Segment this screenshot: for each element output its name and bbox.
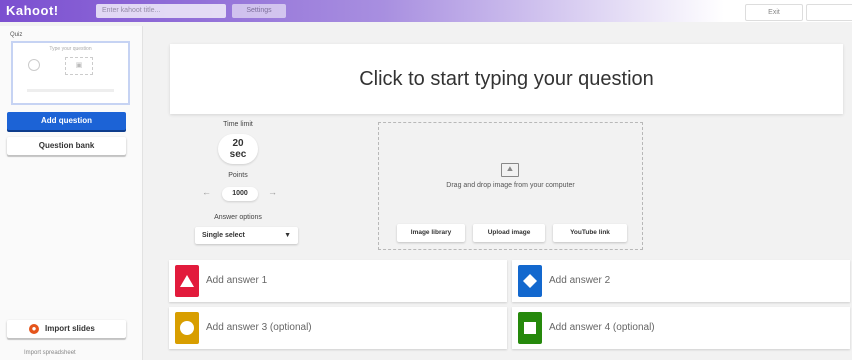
slide-thumbnail[interactable]: Type your question ▣ xyxy=(11,41,130,105)
answer-4-color-block xyxy=(518,312,542,344)
question-input[interactable]: Click to start typing your question xyxy=(170,44,843,114)
import-slides-label: Import slides xyxy=(45,324,95,333)
youtube-link-button[interactable]: YouTube link xyxy=(553,224,627,242)
answer-4-field[interactable]: Add answer 4 (optional) xyxy=(512,307,850,349)
thumbnail-image-icon: ▣ xyxy=(65,57,93,75)
answer-options-value: Single select xyxy=(202,232,245,239)
answer-1-color-block xyxy=(175,265,199,297)
time-limit-selector[interactable]: 20 sec xyxy=(218,134,258,164)
triangle-icon xyxy=(180,275,194,287)
slide-type-label: Quiz xyxy=(10,32,23,38)
answer-3-field[interactable]: Add answer 3 (optional) xyxy=(169,307,507,349)
arrow-right-icon[interactable]: → xyxy=(268,187,277,197)
done-button[interactable] xyxy=(806,4,852,21)
question-bank-button[interactable]: Question bank xyxy=(7,137,126,155)
points-label: Points xyxy=(228,172,248,179)
caret-down-icon: ▼ xyxy=(284,232,291,239)
dropzone-text: Drag and drop image from your computer xyxy=(446,182,575,189)
circle-icon xyxy=(180,321,194,335)
image-icon: ⛰ xyxy=(501,163,519,177)
time-limit-unit: sec xyxy=(229,149,247,160)
diamond-icon xyxy=(523,274,537,288)
media-dropzone[interactable]: ⛰ Drag and drop image from your computer… xyxy=(378,122,643,250)
image-library-button[interactable]: Image library xyxy=(397,224,465,242)
slide-sidebar: Quiz Type your question ▣ Add question Q… xyxy=(0,26,143,360)
kahoot-logo[interactable]: Kahoot! xyxy=(6,3,59,18)
exit-button[interactable]: Exit xyxy=(745,4,803,21)
answer-3-text: Add answer 3 (optional) xyxy=(206,322,312,333)
import-slides-button[interactable]: ● Import slides xyxy=(7,320,126,338)
answer-1-field[interactable]: Add answer 1 xyxy=(169,260,507,302)
answer-2-text: Add answer 2 xyxy=(549,275,611,286)
import-spreadsheet-link[interactable]: Import spreadsheet xyxy=(24,350,76,356)
answer-1-text: Add answer 1 xyxy=(206,275,268,286)
thumbnail-title: Type your question xyxy=(49,46,92,52)
arrow-left-icon[interactable]: ← xyxy=(202,187,211,197)
thumbnail-answers xyxy=(27,89,114,92)
points-control: ← 1000 → xyxy=(200,186,280,202)
answer-2-field[interactable]: Add answer 2 xyxy=(512,260,850,302)
answer-3-color-block xyxy=(175,312,199,344)
import-slides-icon: ● xyxy=(29,324,39,334)
top-bar: Kahoot! Enter kahoot title... Settings E… xyxy=(0,0,852,22)
time-limit-label: Time limit xyxy=(223,121,253,128)
answer-options-label: Answer options xyxy=(214,214,262,221)
settings-button[interactable]: Settings xyxy=(232,4,286,18)
thumbnail-timer-icon xyxy=(28,59,40,71)
square-icon xyxy=(524,322,536,334)
answer-4-text: Add answer 4 (optional) xyxy=(549,322,655,333)
points-value[interactable]: 1000 xyxy=(222,187,258,201)
time-limit-value: 20 xyxy=(232,138,244,149)
upload-image-button[interactable]: Upload image xyxy=(473,224,545,242)
add-question-button[interactable]: Add question xyxy=(7,112,126,130)
answer-options-select[interactable]: Single select ▼ xyxy=(195,227,298,244)
title-input[interactable]: Enter kahoot title... xyxy=(96,4,226,18)
answer-2-color-block xyxy=(518,265,542,297)
